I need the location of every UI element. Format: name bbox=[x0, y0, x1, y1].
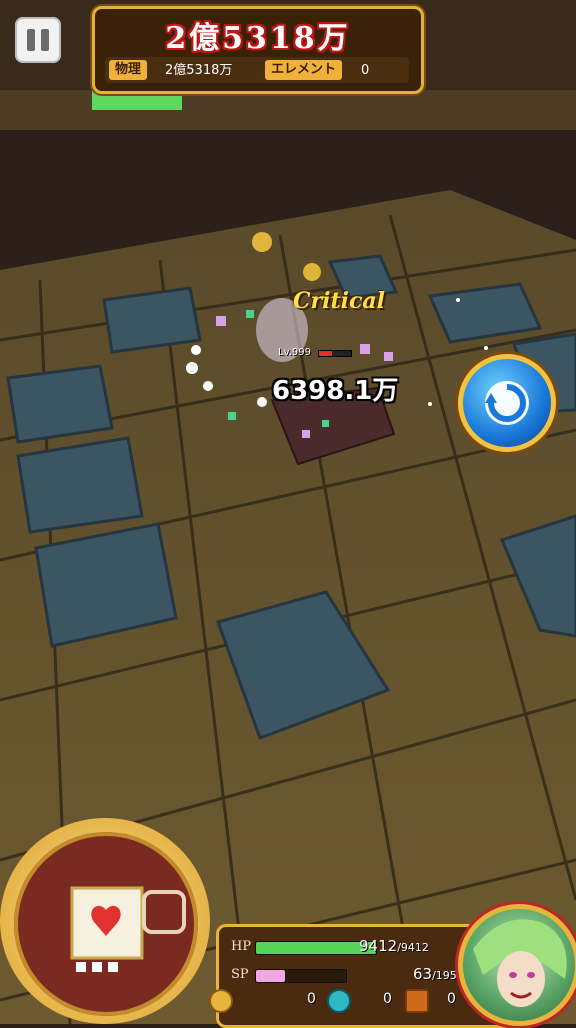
pause-icon bbox=[27, 29, 35, 51]
hp-value: 9412/9412 bbox=[359, 937, 429, 955]
gem-count: 0 bbox=[383, 991, 392, 1007]
element-value: 0 bbox=[361, 63, 370, 78]
chest-icon bbox=[405, 989, 429, 1013]
sp-label: SP bbox=[231, 967, 249, 982]
rotate-button[interactable] bbox=[458, 354, 556, 452]
damage-popup: 6398.1万 bbox=[272, 376, 399, 406]
character-portrait[interactable] bbox=[458, 904, 576, 1026]
element-label: エレメント bbox=[265, 60, 343, 80]
damage-breakdown: 物理 2億5318万 エレメント 0 bbox=[105, 57, 409, 83]
total-damage: 2億5318万 bbox=[165, 21, 351, 56]
enemy-hp-bar bbox=[318, 350, 352, 357]
coin-count: 0 bbox=[307, 991, 316, 1007]
physical-value: 2億5318万 bbox=[165, 63, 233, 78]
physical-label: 物理 bbox=[109, 60, 148, 80]
ability-card-icon[interactable] bbox=[14, 832, 198, 1016]
chest-count: 0 bbox=[447, 991, 456, 1007]
pause-button[interactable] bbox=[15, 17, 61, 63]
rotate-icon bbox=[485, 381, 529, 425]
sp-bar bbox=[255, 969, 347, 983]
enemy-level: Lv.999 bbox=[278, 347, 311, 358]
gem-icon bbox=[327, 989, 351, 1013]
character-avatar bbox=[473, 919, 567, 1007]
critical-text: Critical bbox=[293, 288, 385, 314]
sp-value: 63/195 bbox=[413, 965, 457, 983]
hp-label: HP bbox=[231, 939, 252, 954]
coin-icon bbox=[209, 989, 233, 1013]
damage-panel: 2億5318万 物理 2億5318万 エレメント 0 bbox=[92, 6, 424, 94]
